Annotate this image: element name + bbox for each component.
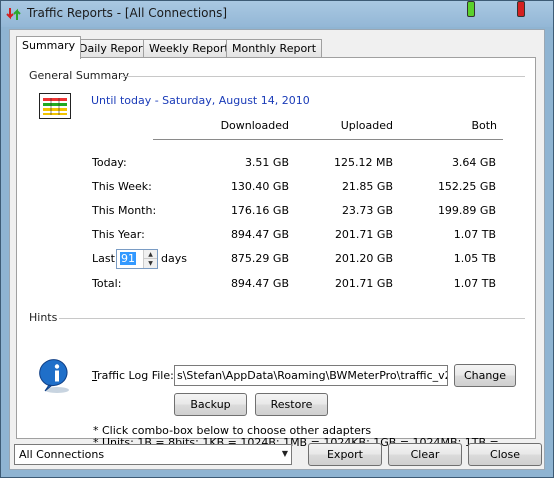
info-icon bbox=[39, 359, 69, 393]
column-uploaded: Uploaded bbox=[340, 119, 393, 132]
tab-weekly-report[interactable]: Weekly Report bbox=[143, 39, 235, 58]
log-file-label: Traffic Log File: bbox=[92, 369, 174, 382]
cell-total-both: 1.07 TB bbox=[453, 277, 496, 290]
cell-last-both: 1.05 TB bbox=[453, 252, 496, 265]
date-range-text: Until today - Saturday, August 14, 2010 bbox=[91, 94, 310, 107]
red-meter-icon bbox=[517, 1, 525, 17]
title-bar[interactable]: Traffic Reports - [All Connections] bbox=[1, 1, 553, 27]
row-label-this-year: This Year: bbox=[92, 228, 145, 241]
general-summary-label: General Summary bbox=[29, 69, 130, 82]
column-both: Both bbox=[471, 119, 497, 132]
tab-summary[interactable]: Summary bbox=[16, 36, 82, 59]
divider bbox=[59, 318, 525, 319]
cell-year-both: 1.07 TB bbox=[453, 228, 496, 241]
table-summary-icon bbox=[39, 93, 71, 119]
cell-today-both: 3.64 GB bbox=[451, 156, 496, 169]
green-meter-icon bbox=[467, 1, 475, 17]
clear-button[interactable]: Clear bbox=[388, 443, 462, 466]
row-label-today: Today: bbox=[92, 156, 127, 169]
summary-panel: General Summary Until today - Saturday, … bbox=[16, 57, 536, 462]
export-button[interactable]: Export bbox=[308, 443, 382, 466]
cell-week-both: 152.25 GB bbox=[437, 180, 496, 193]
days-value[interactable]: 91 bbox=[120, 252, 136, 265]
adapter-select-value: All Connections bbox=[19, 448, 105, 461]
restore-button[interactable]: Restore bbox=[255, 393, 328, 416]
close-button[interactable]: Close bbox=[468, 443, 542, 466]
row-label-this-week: This Week: bbox=[92, 180, 152, 193]
traffic-arrows-icon bbox=[6, 8, 21, 20]
change-button[interactable]: Change bbox=[454, 364, 516, 387]
log-file-path-input[interactable]: s\Stefan\AppData\Roaming\BWMeterPro\traf… bbox=[174, 365, 448, 386]
window-title: Traffic Reports - [All Connections] bbox=[27, 6, 228, 20]
hints-label: Hints bbox=[29, 311, 58, 324]
divider bbox=[121, 76, 525, 77]
cell-month-both: 199.89 GB bbox=[437, 204, 496, 217]
traffic-reports-window: Traffic Reports - [All Connections] Summ… bbox=[0, 0, 554, 478]
adapter-select[interactable]: All Connections ▼ bbox=[14, 444, 292, 465]
row-label-this-month: This Month: bbox=[92, 204, 157, 217]
row-label-total: Total: bbox=[92, 277, 122, 290]
column-downloaded: Downloaded bbox=[220, 119, 289, 132]
tab-monthly-report[interactable]: Monthly Report bbox=[226, 39, 323, 58]
row-label-last: Last bbox=[92, 252, 115, 265]
backup-button[interactable]: Backup bbox=[174, 393, 247, 416]
tab-daily-report[interactable]: Daily Report bbox=[73, 39, 153, 58]
chevron-down-icon[interactable]: ▼ bbox=[282, 449, 288, 458]
dialog-client: Summary Daily Report Weekly Report Month… bbox=[9, 29, 545, 470]
header-underline bbox=[153, 139, 503, 140]
